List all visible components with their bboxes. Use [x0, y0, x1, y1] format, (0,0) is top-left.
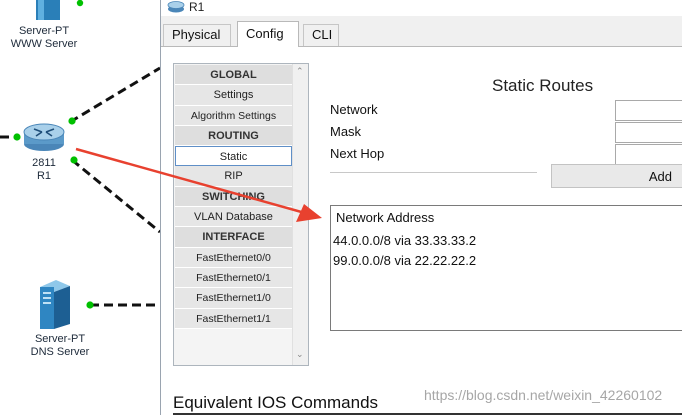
www-server-icon[interactable] [36, 0, 60, 20]
next-hop-label: Next Hop [330, 146, 385, 161]
link-router-lower [71, 158, 160, 234]
device-label-www: Server-PT WWW Server [10, 25, 78, 50]
config-nav-list: GLOBAL Settings Algorithm Settings ROUTI… [173, 63, 309, 366]
static-routes-title: Static Routes [492, 76, 594, 95]
dns-server-icon[interactable] [40, 280, 70, 329]
mask-input[interactable] [615, 122, 682, 143]
config-panel: GLOBAL Settings Algorithm Settings ROUTI… [161, 47, 682, 415]
nav-scrollbar[interactable]: ⌃ ⌄ [292, 64, 308, 365]
nav-item-fastethernet0-0[interactable]: FastEthernet0/0 [175, 247, 292, 268]
link-light [76, 0, 84, 7]
router-icon[interactable] [23, 123, 65, 151]
link-light [13, 133, 21, 141]
tab-physical[interactable]: Physical [163, 24, 231, 46]
nav-header-interface: INTERFACE [175, 227, 292, 248]
route-list-header: Network Address [336, 210, 435, 225]
tab-config[interactable]: Config [237, 21, 299, 47]
nav-item-fastethernet1-0[interactable]: FastEthernet1/0 [175, 288, 292, 309]
route-entry[interactable]: 44.0.0.0/8 via 33.33.33.2 [333, 233, 476, 248]
link-light [70, 156, 78, 164]
nav-item-vlan-database[interactable]: VLAN Database [175, 207, 292, 228]
scroll-up-icon[interactable]: ⌃ [296, 66, 304, 77]
nav-header-switching: SWITCHING [175, 186, 292, 208]
router-window-icon [167, 1, 185, 13]
route-list[interactable]: Network Address 44.0.0.0/8 via 33.33.33.… [330, 205, 682, 331]
mask-label: Mask [330, 124, 362, 139]
nav-item-algorithm-settings[interactable]: Algorithm Settings [175, 105, 292, 126]
tab-cli[interactable]: CLI [303, 24, 339, 46]
scroll-down-icon[interactable]: ⌄ [296, 349, 304, 360]
next-hop-input[interactable] [615, 144, 682, 165]
device-window: R1 Physical Config CLI GLOBAL Settings A… [160, 0, 682, 415]
nav-header-routing: ROUTING [175, 125, 292, 147]
network-label: Network [330, 102, 378, 117]
link-router-www [69, 66, 160, 124]
nav-item-settings[interactable]: Settings [175, 85, 292, 106]
nav-header-global: GLOBAL [175, 65, 292, 86]
ios-commands-title: Equivalent IOS Commands [173, 393, 379, 412]
watermark-text: https://blog.csdn.net/weixin_42260102 [424, 387, 663, 403]
nav-item-fastethernet1-1[interactable]: FastEthernet1/1 [175, 308, 292, 329]
nav-item-static[interactable]: Static [175, 146, 292, 167]
title-bar[interactable]: R1 [161, 0, 682, 16]
nav-item-rip[interactable]: RIP [175, 166, 292, 187]
link-light [86, 301, 94, 309]
nav-items: GLOBAL Settings Algorithm Settings ROUTI… [175, 65, 292, 329]
network-input[interactable] [615, 100, 682, 121]
link-light [68, 117, 76, 125]
tab-strip: Physical Config CLI [161, 20, 682, 47]
topology-canvas[interactable]: Server-PT WWW Server 2811 R1 Server-PT D… [0, 0, 160, 415]
add-button[interactable]: Add [551, 164, 682, 188]
form-separator [330, 172, 537, 173]
device-label-dns: Server-PT DNS Server [30, 333, 90, 358]
nav-item-fastethernet0-1[interactable]: FastEthernet0/1 [175, 267, 292, 289]
device-label-router: 2811 R1 [32, 157, 56, 182]
window-title: R1 [189, 0, 205, 14]
route-entry[interactable]: 99.0.0.0/8 via 22.22.22.2 [333, 253, 476, 268]
